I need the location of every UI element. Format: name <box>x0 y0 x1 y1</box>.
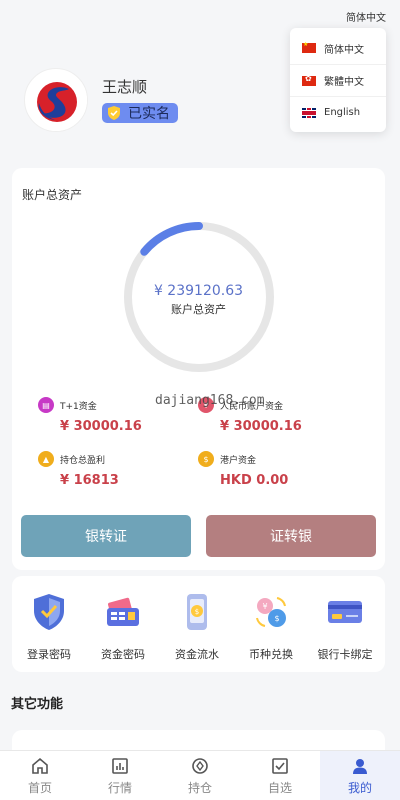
stat-hk-funds: $ 港户资金 HKD 0.00 <box>198 451 288 488</box>
tab-label: 持仓 <box>187 781 212 795</box>
shield-icon <box>34 594 64 630</box>
stat-label: 港户资金 <box>220 455 257 466</box>
language-option-label: 简体中文 <box>324 44 364 56</box>
bank-card-icon <box>328 601 362 623</box>
function-label: 资金流水 <box>175 648 219 661</box>
stat-value: ¥ 30000.16 <box>220 419 302 434</box>
function-fund-password[interactable]: 资金密码 <box>86 590 160 662</box>
stat-t1-funds: ▤ T+1资金 ¥ 30000.16 <box>38 397 142 434</box>
profit-icon: ▲ <box>38 451 54 467</box>
stat-holding-profit: ▲ 持仓总盈利 ¥ 16813 <box>38 451 119 488</box>
svg-text:¥: ¥ <box>262 602 267 611</box>
avatar[interactable] <box>24 68 88 132</box>
tab-home[interactable]: 首页 <box>0 751 80 800</box>
watermark: dajiang168.com <box>155 393 265 408</box>
function-currency-exchange[interactable]: ¥ $ 币种兑换 <box>234 590 308 662</box>
stat-value: HKD 0.00 <box>220 473 289 488</box>
function-bank-card-binding[interactable]: 银行卡绑定 <box>308 590 382 662</box>
tab-market[interactable]: 行情 <box>80 751 160 800</box>
hk-fund-icon: $ <box>198 451 214 467</box>
bank-to-securities-button[interactable]: 银转证 <box>21 515 191 557</box>
function-label: 登录密码 <box>27 648 71 661</box>
home-icon <box>32 757 48 774</box>
language-option-en[interactable]: English <box>290 96 386 128</box>
function-login-password[interactable]: 登录密码 <box>12 590 86 662</box>
tab-mine[interactable]: 我的 <box>320 751 400 800</box>
language-option-label: 繁體中文 <box>324 77 364 88</box>
card-reader-icon <box>107 597 139 626</box>
tab-watchlist[interactable]: 自选 <box>240 751 320 800</box>
total-asset-label: 账户总资产 <box>171 303 226 316</box>
currency-exchange-icon: ¥ $ <box>256 597 286 627</box>
wallet-icon: ▤ <box>38 397 54 413</box>
svg-text:$: $ <box>274 614 279 623</box>
function-label: 银行卡绑定 <box>317 648 373 661</box>
verified-shield-icon <box>108 106 120 120</box>
flag-uk-icon <box>302 107 316 118</box>
securities-to-bank-button[interactable]: 证转银 <box>206 515 376 557</box>
phone-payment-icon: $ <box>187 594 207 630</box>
stat-value: ¥ 30000.16 <box>60 419 142 434</box>
username: 王志顺 <box>102 78 148 96</box>
flag-hk-icon <box>302 74 316 86</box>
function-label: 资金密码 <box>101 648 145 661</box>
stat-label: 持仓总盈利 <box>60 455 106 466</box>
verified-label: 已实名 <box>128 106 170 122</box>
language-option-label: English <box>324 107 361 118</box>
holdings-icon <box>192 758 208 774</box>
language-option-zh-cn[interactable]: 简体中文 <box>290 32 386 64</box>
svg-text:$: $ <box>195 608 199 616</box>
language-option-zh-hk[interactable]: 繁體中文 <box>290 64 386 96</box>
broker-logo-icon <box>26 70 87 131</box>
function-label: 币种兑换 <box>249 648 293 661</box>
total-asset-value: ¥ 239120.63 <box>153 283 244 299</box>
verified-badge: 已实名 <box>102 103 178 123</box>
user-icon <box>353 759 367 774</box>
language-selector[interactable]: 简体中文 <box>346 9 386 24</box>
stat-label: T+1资金 <box>60 401 97 412</box>
watchlist-icon <box>272 758 288 774</box>
total-assets-card: 账户总资产 ¥ 239120.63 账户总资产 ▤ T+1资金 ¥ 30000.… <box>12 168 385 570</box>
profile-header: 王志顺 已实名 <box>24 68 178 132</box>
stat-value: ¥ 16813 <box>60 473 119 488</box>
tab-label: 首页 <box>27 781 52 795</box>
bottom-tab-bar: 首页 行情 持仓 自选 我的 <box>0 750 400 800</box>
tab-holdings[interactable]: 持仓 <box>160 751 240 800</box>
card-title: 账户总资产 <box>22 188 83 202</box>
language-dropdown: 简体中文 繁體中文 English <box>290 28 386 132</box>
profile-info: 王志顺 已实名 <box>102 76 178 125</box>
other-functions-title: 其它功能 <box>11 697 64 712</box>
function-fund-flow[interactable]: $ 资金流水 <box>160 590 234 662</box>
tab-label: 行情 <box>107 781 132 795</box>
flag-cn-icon <box>302 41 316 53</box>
chart-icon <box>112 758 128 774</box>
tab-label: 自选 <box>267 781 292 795</box>
functions-card: 登录密码 资金密码 $ 资金流水 ¥ $ 币种兑换 银行卡绑定 <box>12 576 385 672</box>
tab-label: 我的 <box>347 781 372 795</box>
